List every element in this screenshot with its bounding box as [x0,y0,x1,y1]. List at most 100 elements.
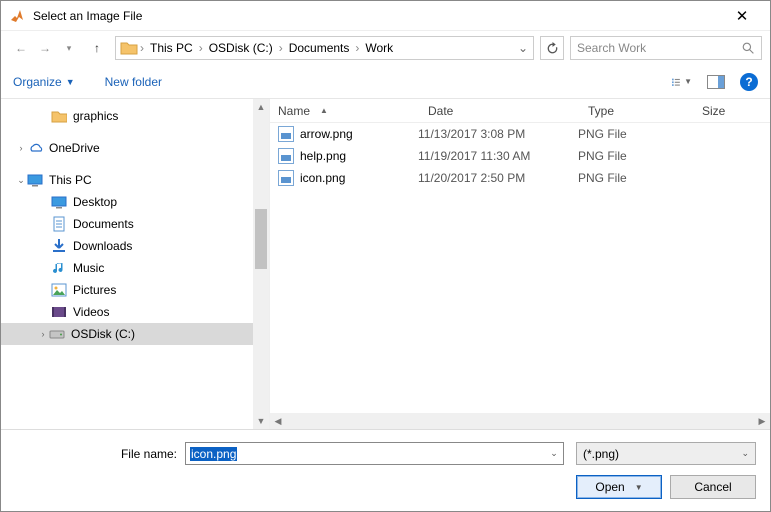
view-options-button[interactable]: ▼ [672,73,692,91]
tree-item-label: graphics [73,109,118,123]
sort-asc-icon: ▲ [320,106,328,115]
col-name[interactable]: Name▲ [270,104,420,118]
image-file-icon [278,126,294,142]
chevron-right-icon: › [197,41,205,55]
body: graphics › OneDrive ⌄ This PC Desktop Document… [1,99,770,429]
tree-item-desktop[interactable]: Desktop [1,191,269,213]
file-date: 11/20/2017 2:50 PM [418,171,578,185]
tree-item-label: Desktop [73,195,117,209]
nav-tree[interactable]: graphics › OneDrive ⌄ This PC Desktop Document… [1,99,269,429]
tree-item-pictures[interactable]: Pictures [1,279,269,301]
chevron-right-icon: › [277,41,285,55]
file-list: Name▲ Date Type Size arrow.png11/13/2017… [270,99,770,429]
nav-back-icon[interactable]: ← [9,36,33,60]
tree-item-osdisk-c-[interactable]: › OSDisk (C:) [1,323,269,345]
refresh-button[interactable] [540,36,564,60]
help-icon: ? [745,75,752,89]
scroll-left-icon[interactable]: ◀ [270,416,286,427]
tree-item-music[interactable]: Music [1,257,269,279]
caret-down-icon: ▼ [66,77,75,87]
list-hscrollbar[interactable]: ◀ ▶ [270,413,770,429]
scroll-down-icon[interactable]: ▼ [253,413,269,429]
new-folder-button[interactable]: New folder [105,75,162,89]
crumb-documents[interactable]: Documents [285,41,354,55]
expand-icon[interactable]: › [37,329,49,339]
filename-label: File name: [15,447,185,461]
nav-forward-icon[interactable]: → [33,36,57,60]
search-input[interactable]: Search Work [570,36,762,60]
refresh-icon [546,42,559,55]
filter-dropdown-icon: ⌄ [741,448,749,459]
tree-item-label: Music [73,261,104,275]
open-button[interactable]: Open▼ [576,475,662,499]
image-file-icon [278,170,294,186]
filename-input[interactable]: icon.png ⌄ [185,442,564,465]
preview-pane-icon [707,75,725,89]
file-name: arrow.png [300,127,418,141]
col-date[interactable]: Date [420,104,580,118]
chevron-right-icon: › [353,41,361,55]
search-placeholder: Search Work [577,41,742,55]
tree-item-label: Videos [73,305,109,319]
crumb-this-pc[interactable]: This PC [146,41,197,55]
expand-icon[interactable]: ⌄ [15,175,27,186]
file-name: help.png [300,149,418,163]
scroll-up-icon[interactable]: ▲ [253,99,269,115]
tree-item-label: OSDisk (C:) [71,327,135,341]
tree-item-downloads[interactable]: Downloads [1,235,269,257]
tree-item-videos[interactable]: Videos [1,301,269,323]
tree-item-label: This PC [49,173,92,187]
window-title: Select an Image File [33,9,722,23]
filetype-filter[interactable]: (*.png) ⌄ [576,442,756,465]
col-type[interactable]: Type [580,104,694,118]
help-button[interactable]: ? [740,73,758,91]
file-row[interactable]: help.png11/19/2017 11:30 AMPNG File [270,145,770,167]
list-header: Name▲ Date Type Size [270,99,770,123]
tree-item-documents[interactable]: Documents [1,213,269,235]
tree-item-graphics[interactable]: graphics [1,105,269,127]
close-button[interactable]: ✕ [722,7,762,25]
scroll-thumb[interactable] [255,209,267,269]
view-list-icon [672,75,682,89]
tree-item-onedrive[interactable]: › OneDrive [1,137,269,159]
file-type: PNG File [578,127,692,141]
nav-recent-icon[interactable]: ▾ [57,36,81,60]
filename-dropdown-icon[interactable]: ⌄ [545,448,563,459]
file-type: PNG File [578,149,692,163]
organize-label: Organize [13,75,62,89]
matlab-icon [9,8,25,24]
crumb-osdisk[interactable]: OSDisk (C:) [205,41,277,55]
col-size[interactable]: Size [694,104,770,118]
cancel-button[interactable]: Cancel [670,475,756,499]
filter-label: (*.png) [583,447,619,461]
tree-item-label: Pictures [73,283,116,297]
file-row[interactable]: icon.png11/20/2017 2:50 PMPNG File [270,167,770,189]
path-dropdown-icon[interactable]: ⌄ [515,41,531,55]
crumb-work[interactable]: Work [361,41,397,55]
tree-scrollbar[interactable]: ▲ ▼ [253,99,269,429]
chevron-right-icon: › [138,41,146,55]
folder-icon [120,39,138,57]
filename-value: icon.png [190,447,237,461]
file-date: 11/19/2017 11:30 AM [418,149,578,163]
tree-item-label: Downloads [73,239,132,253]
tree-item-label: Documents [73,217,134,231]
nav-bar: ← → ▾ ↑ › This PC › OSDisk (C:) › Docume… [1,31,770,65]
bottom-panel: File name: icon.png ⌄ (*.png) ⌄ Open▼ Ca… [1,429,770,511]
image-file-icon [278,148,294,164]
file-name: icon.png [300,171,418,185]
scroll-right-icon[interactable]: ▶ [754,416,770,427]
preview-pane-button[interactable] [706,73,726,91]
titlebar: Select an Image File ✕ [1,1,770,31]
scroll-track[interactable] [286,413,754,429]
breadcrumb-bar[interactable]: › This PC › OSDisk (C:) › Documents › Wo… [115,36,534,60]
toolbar: Organize ▼ New folder ▼ ? [1,65,770,99]
file-date: 11/13/2017 3:08 PM [418,127,578,141]
tree-item-label: OneDrive [49,141,100,155]
expand-icon[interactable]: › [15,143,27,153]
organize-button[interactable]: Organize ▼ [13,75,75,89]
nav-up-icon[interactable]: ↑ [85,36,109,60]
tree-item-this-pc[interactable]: ⌄ This PC [1,169,269,191]
file-type: PNG File [578,171,692,185]
file-row[interactable]: arrow.png11/13/2017 3:08 PMPNG File [270,123,770,145]
